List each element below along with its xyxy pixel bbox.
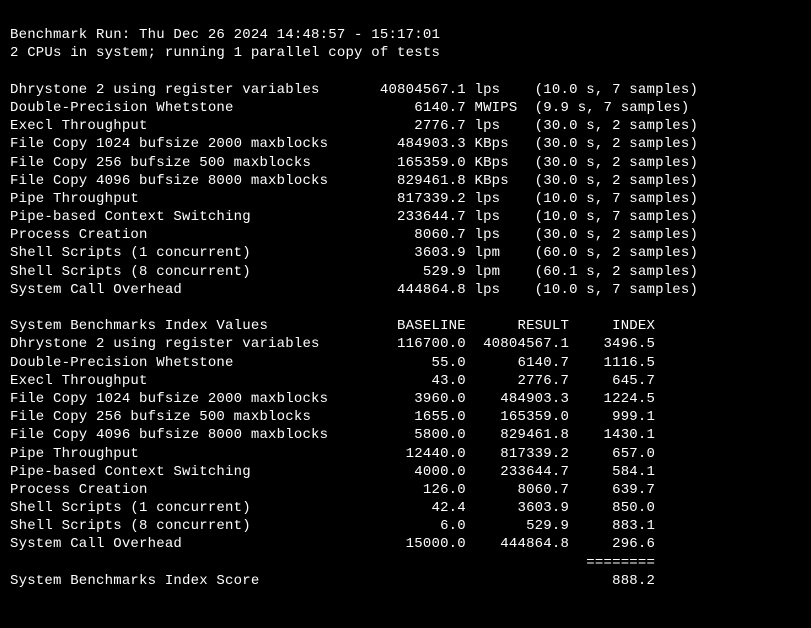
raw-results-block: Dhrystone 2 using register variables 408… — [10, 82, 698, 298]
index-header-row: System Benchmarks Index Values BASELINE … — [10, 318, 655, 334]
index-score-line: System Benchmarks Index Score 888.2 — [10, 573, 655, 589]
benchmark-run-header: Benchmark Run: Thu Dec 26 2024 14:48:57 … — [10, 27, 440, 43]
system-info: 2 CPUs in system; running 1 parallel cop… — [10, 45, 440, 61]
index-values-block: Dhrystone 2 using register variables 116… — [10, 336, 655, 552]
separator-line: ======== — [10, 555, 655, 571]
terminal-output: Benchmark Run: Thu Dec 26 2024 14:48:57 … — [0, 0, 811, 604]
